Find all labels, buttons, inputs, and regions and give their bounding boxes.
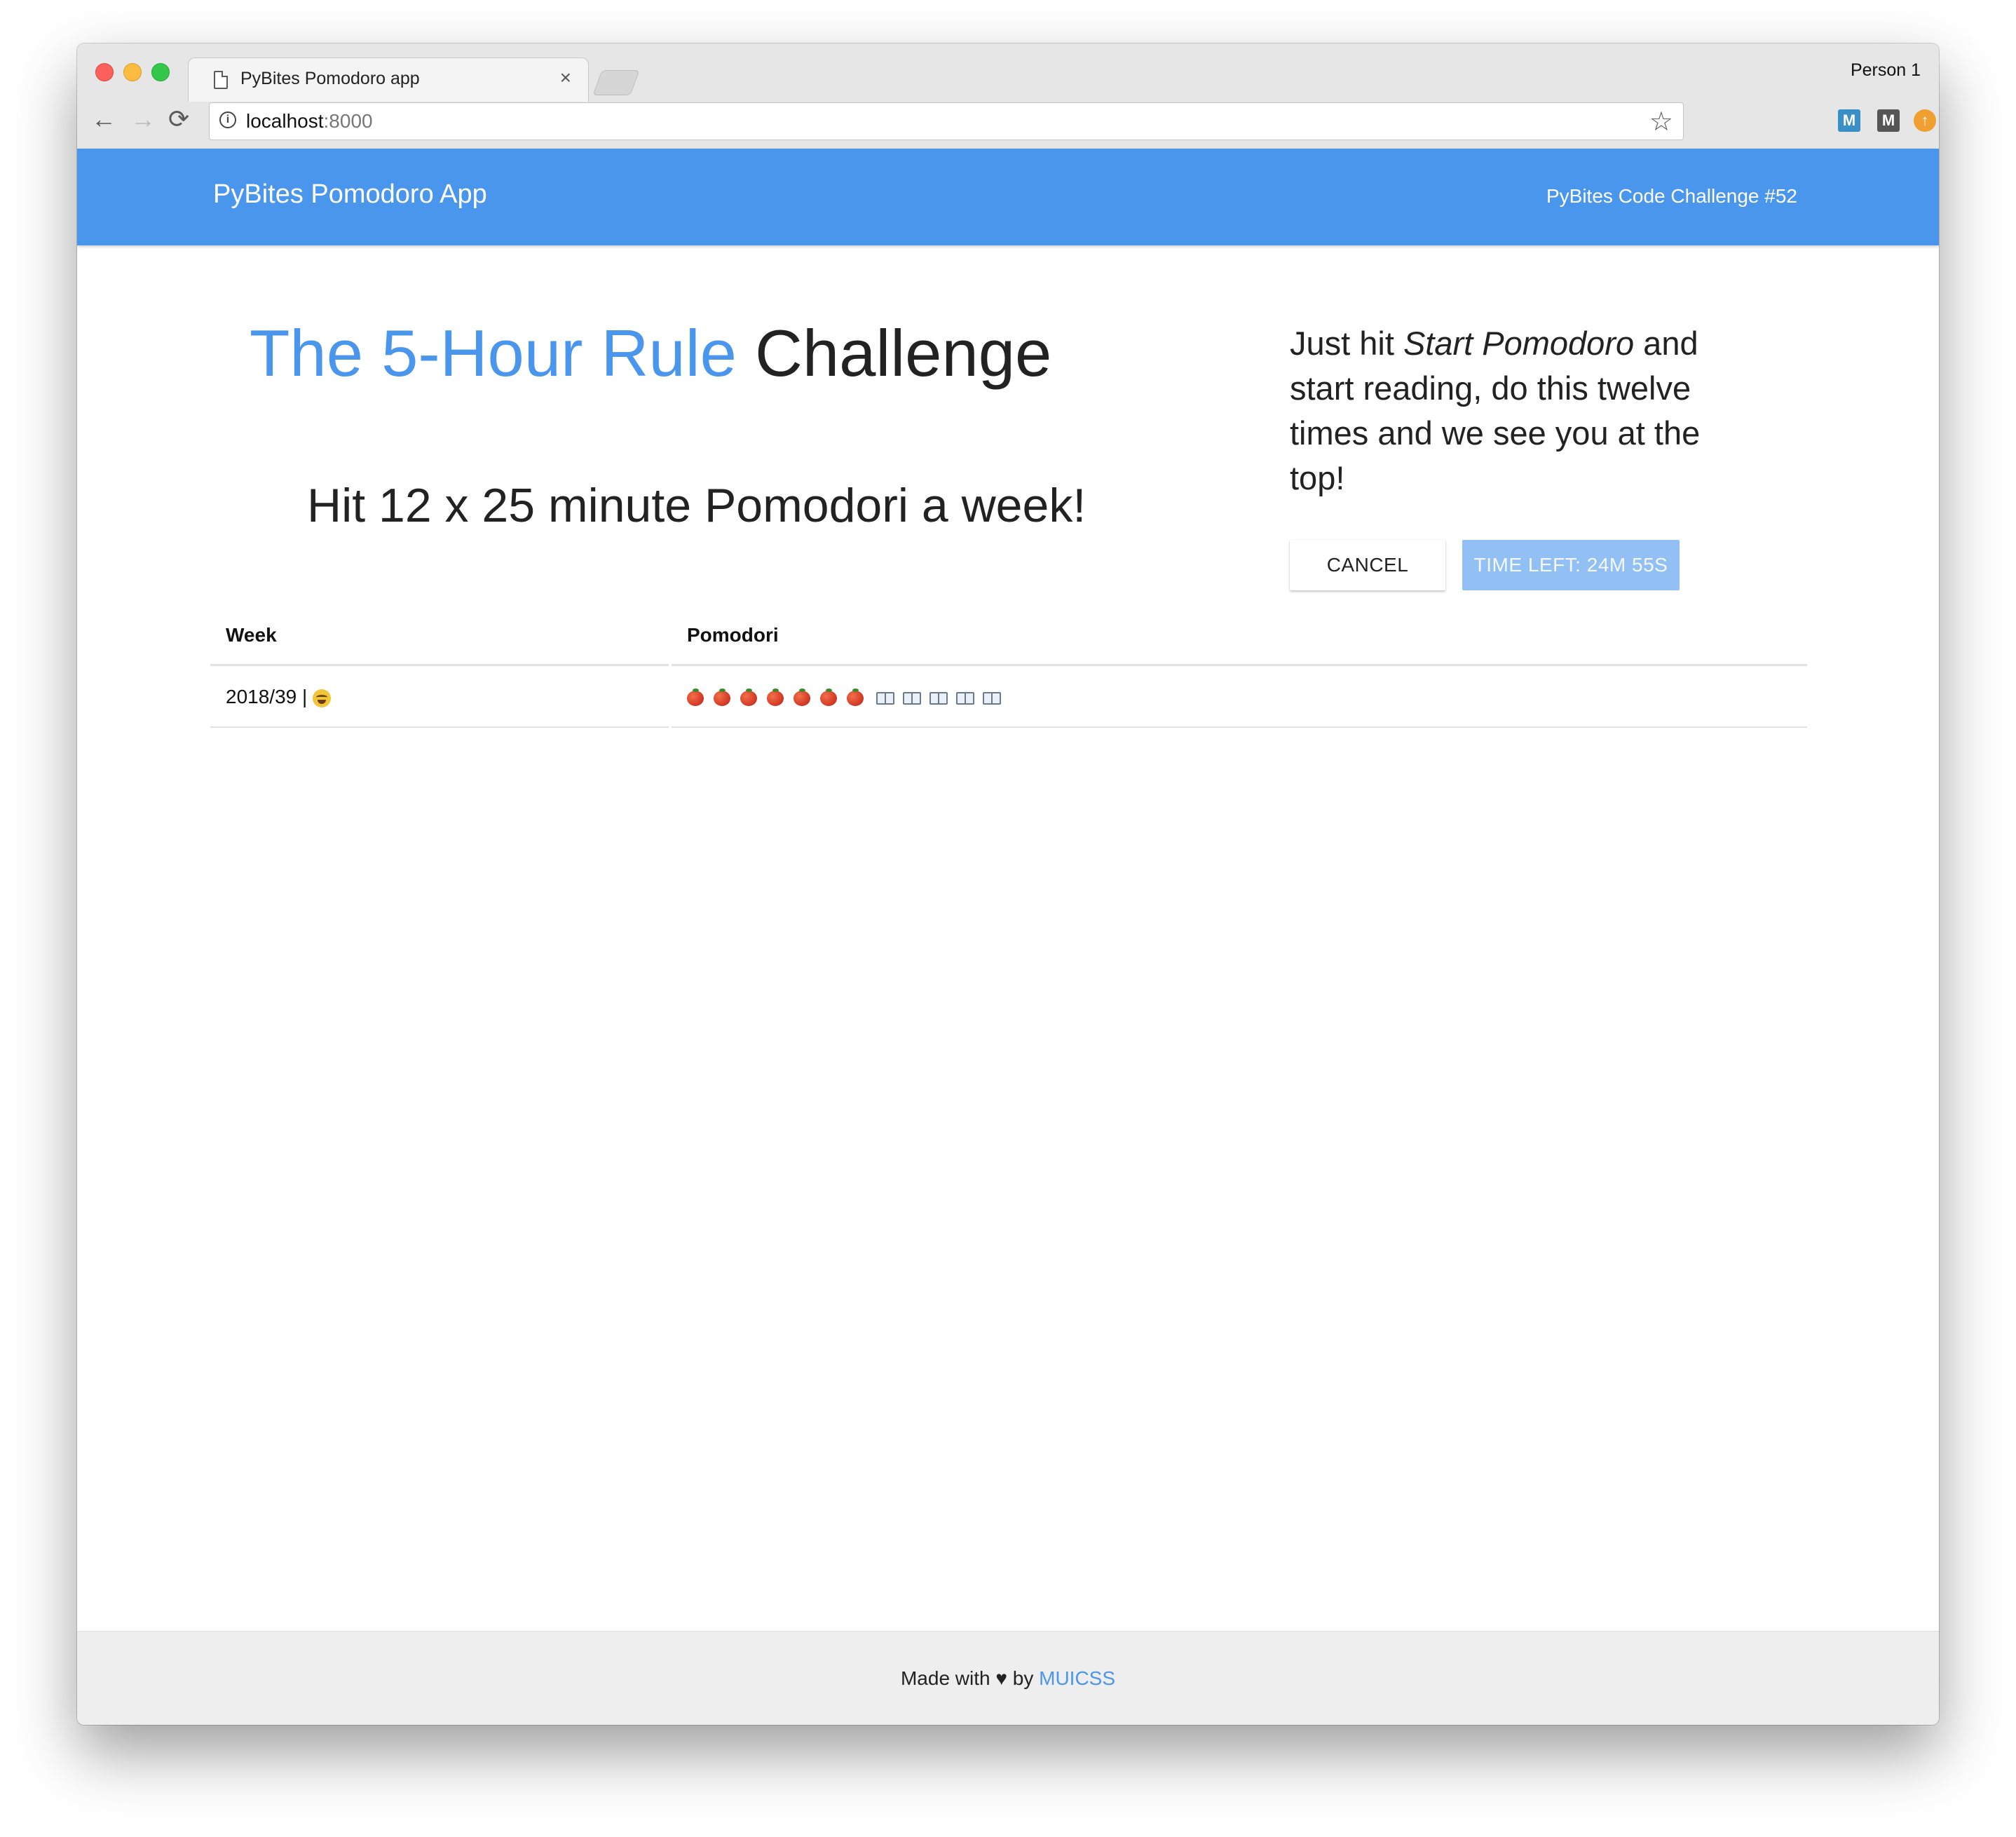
page-subtitle: Hit 12 x 25 minute Pomodori a week!	[307, 479, 1087, 532]
tomato-icon	[687, 688, 704, 706]
extension-m-gray-icon[interactable]: M	[1877, 109, 1900, 132]
footer: Made with ♥ by MUICSS	[77, 1631, 1939, 1725]
app-bar: PyBites Pomodoro App PyBites Code Challe…	[77, 149, 1939, 245]
pomodori-icons	[687, 686, 1009, 707]
header-pomodori: Pomodori	[672, 604, 1807, 666]
footer-text: Made with ♥ by	[900, 1667, 1040, 1689]
maximize-window-button[interactable]	[151, 63, 170, 81]
extension-upload-icon[interactable]: ↑	[1914, 109, 1936, 132]
week-label: 2018/39 |	[226, 686, 308, 707]
instructions-text: Just hit Start Pomodoro and start readin…	[1290, 321, 1738, 501]
tomato-icon	[714, 688, 730, 706]
book-icon	[903, 691, 921, 705]
page: PyBites Pomodoro app × Person 1 ← → ⟳ i …	[0, 0, 2016, 1837]
instructions-emphasis: Start Pomodoro	[1403, 325, 1635, 362]
page-title-accent: The 5-Hour Rule	[250, 316, 737, 390]
reload-icon[interactable]: ⟳	[168, 107, 189, 132]
table-cell-week: 2018/39 |	[210, 666, 669, 728]
forward-icon[interactable]: →	[130, 107, 156, 132]
instructions-before: Just hit	[1290, 325, 1403, 362]
tab-title: PyBites Pomodoro app	[240, 69, 420, 88]
tomato-icon	[820, 688, 837, 706]
challenge-link[interactable]: PyBites Code Challenge #52	[1546, 185, 1797, 208]
book-icon	[929, 691, 948, 705]
extension-m-blue-icon[interactable]: M	[1838, 109, 1860, 132]
page-icon	[214, 71, 228, 89]
page-title: The 5-Hour Rule Challenge	[250, 316, 1051, 391]
minimize-window-button[interactable]	[123, 63, 142, 81]
app-title[interactable]: PyBites Pomodoro App	[213, 179, 487, 210]
book-icon	[956, 691, 974, 705]
browser-tab[interactable]: PyBites Pomodoro app ×	[188, 57, 589, 102]
browser-chrome: PyBites Pomodoro app × Person 1 ← → ⟳ i …	[77, 43, 1939, 149]
table-cell-pomodori	[672, 666, 1807, 728]
cancel-button[interactable]: CANCEL	[1290, 540, 1445, 590]
tomato-icon	[794, 688, 810, 706]
tomato-icon	[767, 688, 784, 706]
book-icon	[983, 691, 1001, 705]
back-icon[interactable]: ←	[91, 107, 116, 132]
new-tab-button[interactable]	[592, 70, 640, 95]
tab-close-icon[interactable]: ×	[560, 67, 571, 89]
info-icon[interactable]: i	[219, 111, 236, 128]
bookmark-star-icon[interactable]: ☆	[1649, 106, 1673, 137]
url-port: :8000	[323, 110, 373, 132]
browser-window: PyBites Pomodoro app × Person 1 ← → ⟳ i …	[77, 43, 1939, 1725]
muicss-link[interactable]: MUICSS	[1039, 1667, 1115, 1689]
page-title-rest: Challenge	[736, 316, 1052, 390]
url-text: localhost:8000	[246, 110, 373, 133]
timer-button[interactable]: TIME LEFT: 24M 55S	[1462, 540, 1680, 590]
tomato-icon	[847, 688, 864, 706]
close-window-button[interactable]	[95, 63, 114, 81]
laughing-face-icon	[313, 689, 332, 707]
address-bar[interactable]: i localhost:8000 ☆	[209, 102, 1684, 140]
url-host: localhost	[246, 110, 324, 132]
book-icon	[876, 691, 894, 705]
header-week: Week	[210, 604, 669, 666]
tomato-icon	[740, 688, 757, 706]
profile-button[interactable]: Person 1	[1851, 60, 1921, 81]
